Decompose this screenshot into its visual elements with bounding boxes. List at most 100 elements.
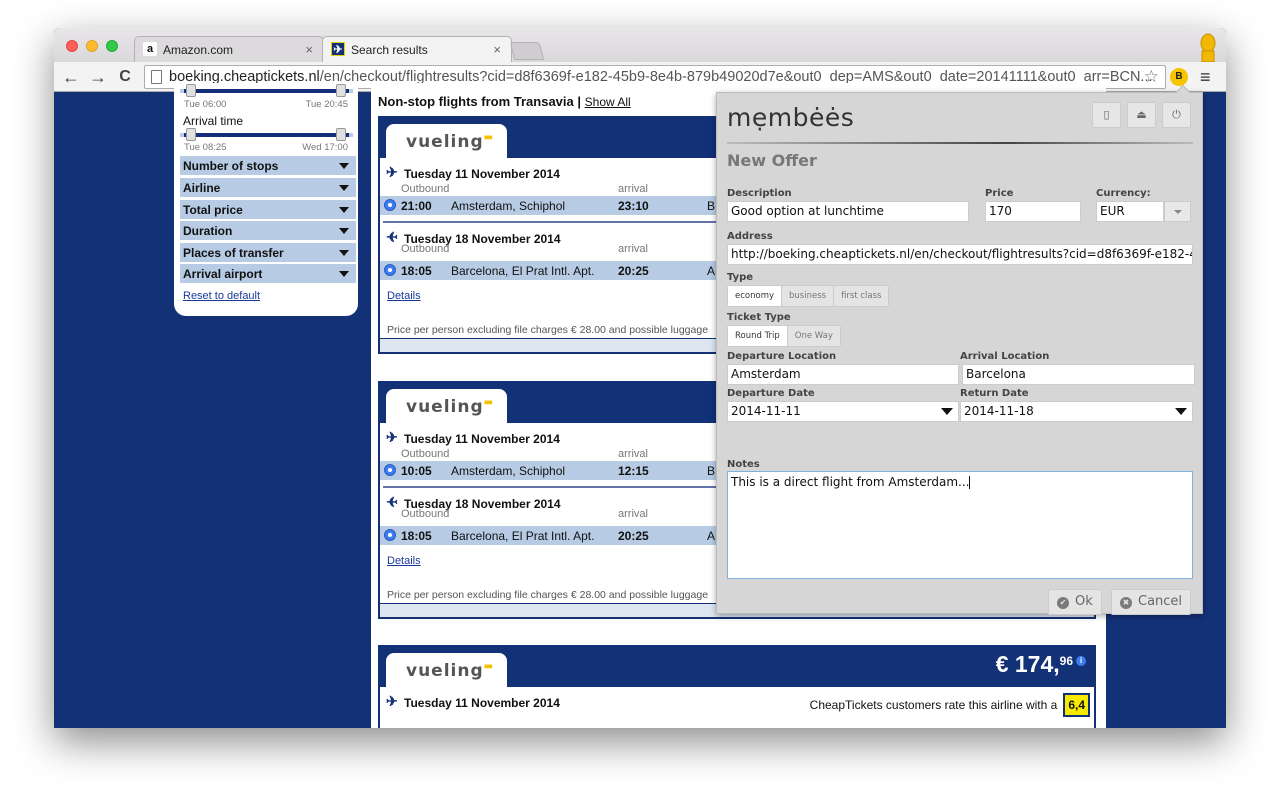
- vueling-logo: vueling▬: [406, 132, 495, 152]
- slider-max-handle[interactable]: [336, 84, 346, 97]
- flight-radio[interactable]: [384, 199, 396, 211]
- slider-min-handle[interactable]: [186, 128, 196, 141]
- chevron-down-icon: [339, 163, 349, 169]
- ticket-round-trip[interactable]: Round Trip: [728, 326, 788, 346]
- ticket-type-segmented-control: Round Trip One Way: [727, 325, 841, 347]
- chevron-down-icon: [339, 207, 349, 213]
- flight-radio[interactable]: [384, 264, 396, 276]
- user-button[interactable]: ⏏: [1127, 102, 1156, 128]
- tab-title: Amazon.com: [163, 43, 234, 57]
- arrival-time-label: Arrival time: [183, 114, 244, 128]
- type-label: Type: [727, 272, 754, 283]
- notes-textarea[interactable]: This is a direct flight from Amsterdam..…: [727, 471, 1193, 579]
- minimize-window-button[interactable]: [86, 40, 98, 52]
- plane-outbound-icon: ✈: [386, 429, 398, 445]
- plane-outbound-icon: ✈: [386, 164, 398, 180]
- ticket-one-way[interactable]: One Way: [788, 326, 840, 346]
- details-link[interactable]: Details: [387, 555, 421, 567]
- departure-date-picker[interactable]: 2014-11-11: [727, 401, 959, 422]
- close-tab-icon[interactable]: ×: [305, 42, 313, 57]
- filter-total-price[interactable]: Total price: [180, 200, 356, 219]
- type-first-class[interactable]: first class: [834, 286, 888, 306]
- tab-search-results[interactable]: ✈ Search results ×: [322, 36, 512, 62]
- vueling-logo: vueling▬: [406, 397, 495, 417]
- description-label: Description: [727, 188, 792, 199]
- user-icon: ⏏: [1136, 108, 1147, 121]
- ok-button[interactable]: ✔ Ok: [1048, 589, 1102, 615]
- power-icon: ⏻: [1172, 108, 1181, 121]
- arrival-location-input[interactable]: Barcelona: [962, 364, 1195, 385]
- ticket-type-label: Ticket Type: [727, 312, 791, 323]
- popup-title: New Offer: [727, 151, 817, 170]
- reset-to-default-link[interactable]: Reset to default: [183, 290, 260, 302]
- outbound-date: ✈ Tuesday 11 November 2014 CheapTickets c…: [380, 687, 1094, 717]
- filter-duration[interactable]: Duration: [180, 221, 356, 240]
- slider-max-handle[interactable]: [336, 128, 346, 141]
- departure-min-label: Tue 06:00: [184, 99, 227, 110]
- back-button[interactable]: ←: [60, 66, 82, 88]
- arrival-time-slider[interactable]: [180, 128, 353, 141]
- reload-button[interactable]: C: [114, 66, 136, 88]
- plane-return-icon: ✈: [386, 229, 398, 245]
- description-input[interactable]: Good option at lunchtime: [727, 201, 969, 222]
- slider-min-handle[interactable]: [186, 84, 196, 97]
- bookmark-star-icon[interactable]: ☆: [1144, 67, 1159, 87]
- currency-dropdown-button[interactable]: [1164, 201, 1191, 222]
- cancel-button[interactable]: ✖ Cancel: [1111, 589, 1192, 615]
- tab-title: Search results: [351, 43, 428, 57]
- arrival-location-label: Arrival Location: [960, 351, 1050, 362]
- browser-window: a Amazon.com × ✈ Search results × ← → C …: [54, 28, 1226, 728]
- cancel-circle-icon: ✖: [1120, 597, 1132, 609]
- power-button[interactable]: ⏻: [1162, 102, 1191, 128]
- flight-card: vueling▬ € 174,96 i ✈ Tuesday 11 November …: [378, 645, 1096, 728]
- chevron-down-icon: [339, 185, 349, 191]
- price-label: Price: [985, 188, 1014, 199]
- check-circle-icon: ✔: [1057, 597, 1069, 609]
- zoom-window-button[interactable]: [106, 40, 118, 52]
- departure-location-input[interactable]: Amsterdam: [727, 364, 959, 385]
- type-economy[interactable]: economy: [728, 286, 783, 306]
- type-segmented-control: economy business first class: [727, 285, 890, 307]
- rating-score: 6,4: [1063, 693, 1090, 717]
- flight-radio[interactable]: [384, 529, 396, 541]
- price-input[interactable]: 170: [985, 201, 1081, 222]
- profile-icon[interactable]: [1198, 32, 1218, 62]
- filter-arrival-airport[interactable]: Arrival airport: [180, 264, 356, 283]
- departure-time-slider[interactable]: [180, 84, 353, 97]
- price-label: € 174,96 i: [996, 651, 1086, 678]
- filter-places-of-transfer[interactable]: Places of transfer: [180, 243, 356, 262]
- tab-amazon[interactable]: a Amazon.com ×: [134, 36, 324, 62]
- return-date-picker[interactable]: 2014-11-18: [960, 401, 1193, 422]
- forward-button[interactable]: →: [87, 66, 109, 88]
- filter-sidebar: Tue 06:00 Tue 20:45 Arrival time Tue 08:…: [174, 83, 358, 316]
- plane-return-icon: ✈: [386, 494, 398, 510]
- address-label: Address: [727, 231, 773, 242]
- departure-max-label: Tue 20:45: [305, 99, 348, 110]
- dropdown-arrow-icon: [1175, 408, 1187, 415]
- currency-select[interactable]: EUR: [1096, 201, 1164, 222]
- departure-date-label: Departure Date: [727, 388, 815, 399]
- arrival-max-label: Wed 17:00: [302, 142, 348, 153]
- close-window-button[interactable]: [66, 40, 78, 52]
- info-icon[interactable]: i: [1076, 656, 1086, 666]
- membees-extension-icon[interactable]: B: [1170, 68, 1188, 86]
- divider: [727, 142, 1193, 144]
- chrome-menu-icon[interactable]: ≡: [1200, 67, 1211, 88]
- address-input[interactable]: http://boeking.cheaptickets.nl/en/checko…: [727, 244, 1193, 265]
- details-link[interactable]: Details: [387, 290, 421, 302]
- clipboard-button[interactable]: ▯: [1092, 102, 1121, 128]
- flight-radio[interactable]: [384, 464, 396, 476]
- type-business[interactable]: business: [782, 286, 835, 306]
- clipboard-icon: ▯: [1103, 108, 1110, 121]
- text-cursor: [969, 476, 971, 489]
- close-tab-icon[interactable]: ×: [493, 42, 501, 57]
- filter-airline[interactable]: Airline: [180, 178, 356, 197]
- show-all-link[interactable]: Show All: [585, 95, 631, 109]
- vueling-logo: vueling▬: [406, 661, 495, 681]
- new-tab-button[interactable]: [509, 42, 545, 60]
- return-date-label: Return Date: [960, 388, 1029, 399]
- filter-number-of-stops[interactable]: Number of stops: [180, 156, 356, 175]
- departure-location-label: Departure Location: [727, 351, 837, 362]
- chevron-down-icon: [339, 250, 349, 256]
- airline-rating: CheapTickets customers rate this airline…: [810, 693, 1090, 717]
